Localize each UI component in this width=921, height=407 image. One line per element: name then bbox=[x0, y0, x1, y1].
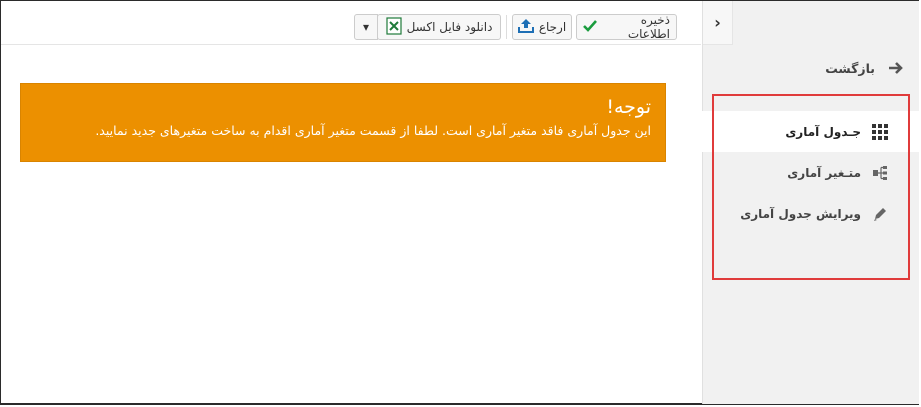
arrow-right-icon bbox=[887, 59, 905, 77]
collapse-sidebar-button[interactable]: ‹ bbox=[703, 1, 733, 45]
save-button-label: ذخیره اطلاعات bbox=[627, 13, 670, 41]
upload-icon bbox=[517, 18, 534, 36]
sidebar-item-label: ویرایش جدول آماری bbox=[740, 206, 861, 221]
sidebar-item-statistical-table[interactable]: جـدول آماری bbox=[702, 111, 919, 152]
sidebar-item-label: جـدول آماری bbox=[785, 124, 861, 139]
sidebar: ‹ بازگشت جـدول آماری متـغیر آماری ویرایش… bbox=[702, 1, 919, 404]
save-button[interactable]: ذخیره اطلاعات bbox=[576, 13, 677, 41]
chevron-left-icon: ‹ bbox=[714, 13, 721, 32]
sidebar-item-edit-table[interactable]: ویرایش جدول آماری bbox=[702, 193, 919, 234]
download-options-dropdown[interactable]: ▾ bbox=[354, 14, 378, 40]
back-link-label: بازگشت bbox=[825, 60, 875, 76]
chevron-down-icon: ▾ bbox=[362, 20, 370, 34]
sidebar-nav: جـدول آماری متـغیر آماری ویرایش جدول آما… bbox=[702, 111, 919, 234]
check-icon bbox=[583, 19, 597, 35]
excel-icon bbox=[385, 16, 402, 38]
sidebar-item-statistical-variable[interactable]: متـغیر آماری bbox=[702, 152, 919, 193]
grid-icon bbox=[871, 123, 889, 141]
download-button-label: دانلود فایل اکسل bbox=[406, 20, 493, 34]
toolbar-separator bbox=[506, 15, 507, 39]
hierarchy-icon bbox=[871, 164, 889, 182]
toolbar: ذخیره اطلاعات ارجاع دانلود فایل اکسل ▾ bbox=[1, 1, 701, 45]
warning-notice: توجه! این جدول آماری فاقد متغیر آماری اس… bbox=[20, 83, 666, 162]
pencil-icon bbox=[871, 205, 889, 223]
notice-title: توجه! bbox=[606, 96, 651, 118]
sidebar-item-label: متـغیر آماری bbox=[787, 165, 861, 180]
download-excel-button[interactable]: دانلود فایل اکسل bbox=[377, 14, 501, 40]
return-button[interactable]: ارجاع bbox=[512, 14, 572, 40]
return-button-label: ارجاع bbox=[538, 20, 567, 34]
back-link[interactable]: بازگشت bbox=[702, 53, 919, 83]
notice-text: این جدول آماری فاقد متغیر آماری است. لطف… bbox=[95, 123, 651, 138]
